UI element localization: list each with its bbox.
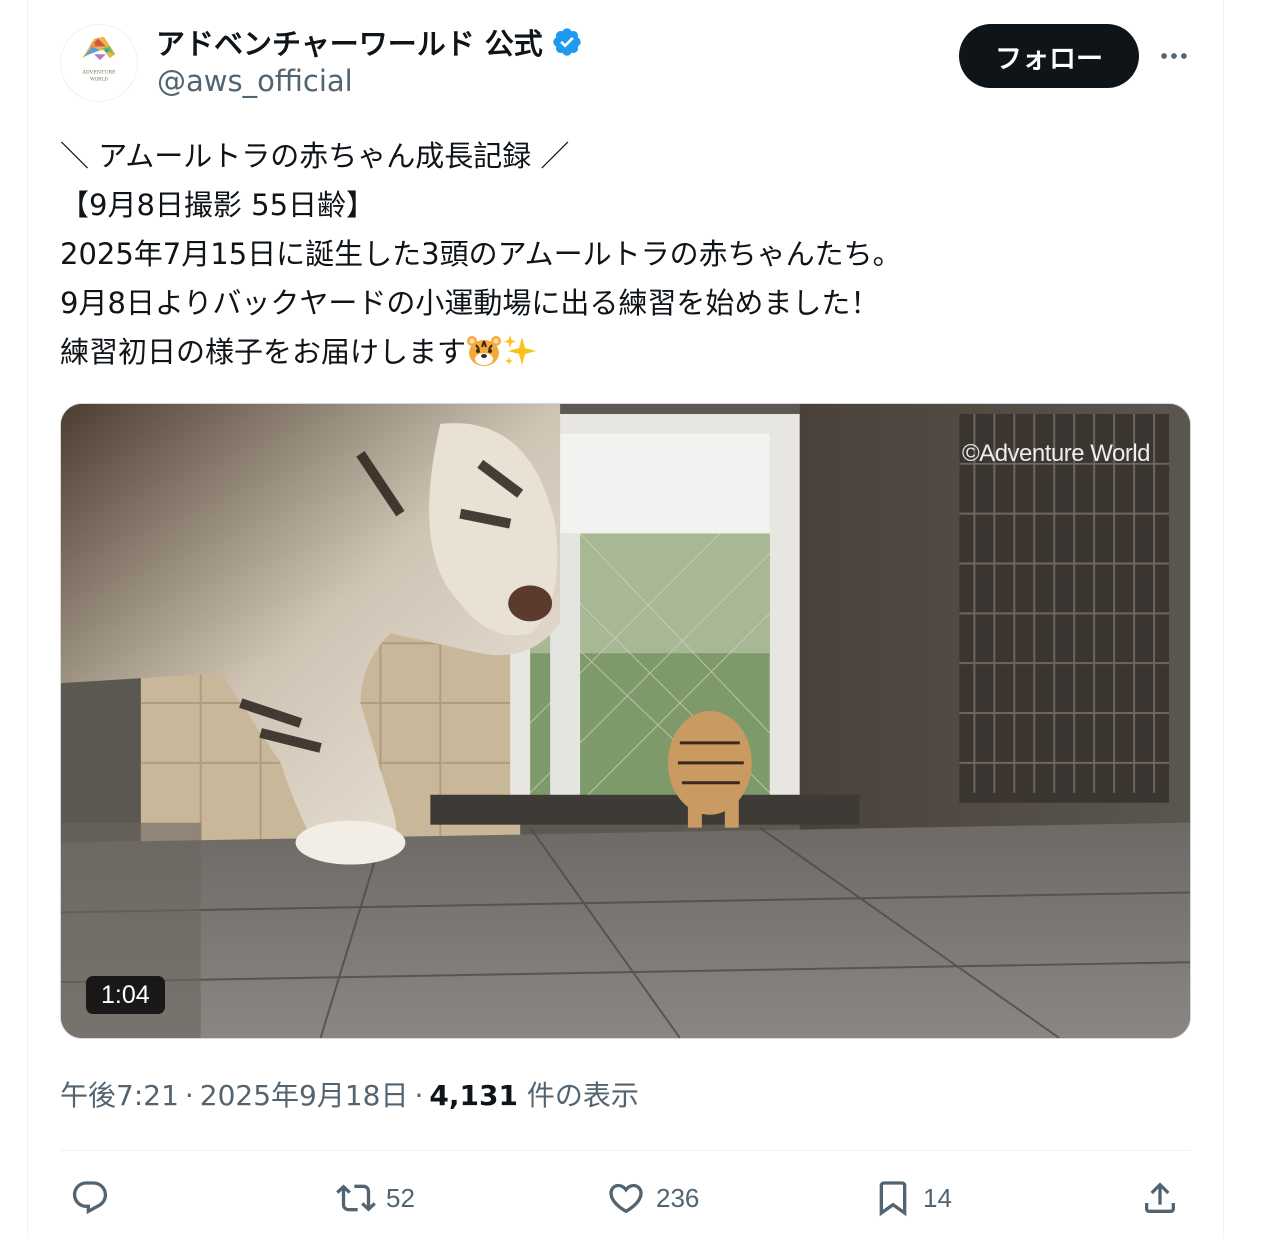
tweet-date[interactable]: 2025年9月18日 bbox=[200, 1079, 409, 1112]
video-player[interactable]: ©Adventure World 1:04 bbox=[60, 403, 1191, 1039]
tweet-line-3: 2025年7月15日に誕生した3頭のアムールトラの赤ちゃんたち。 bbox=[60, 237, 902, 271]
tweet-line-5-text: 練習初日の様子をお届けします bbox=[60, 335, 467, 369]
video-watermark: ©Adventure World bbox=[962, 440, 1151, 467]
video-thumbnail bbox=[61, 404, 1190, 1038]
logo-text-2: WORLD bbox=[90, 78, 108, 83]
tweet-line-1: ＼ アムールトラの赤ちゃん成長記録 ／ bbox=[60, 139, 570, 173]
tweet-time[interactable]: 午後7:21 bbox=[60, 1079, 179, 1112]
tweet-line-5: 練習初日の様子をお届けします bbox=[60, 328, 1190, 377]
retweet-count: 52 bbox=[386, 1182, 415, 1213]
tweet-line-4: 9月8日よりバックヤードの小運動場に出る練習を始めました！ bbox=[60, 286, 880, 320]
bookmark-icon bbox=[879, 1181, 907, 1217]
retweet-icon bbox=[336, 1184, 376, 1212]
tweet-line-2: 【9月8日撮影 55日齢】 bbox=[60, 188, 376, 222]
retweet-button[interactable]: 52 bbox=[336, 1178, 415, 1218]
like-button[interactable]: 236 bbox=[606, 1178, 699, 1218]
meta-separator-2: · bbox=[414, 1079, 424, 1112]
display-name[interactable]: アドベンチャーワールド 公式 bbox=[156, 21, 543, 63]
bookmark-count: 14 bbox=[923, 1182, 952, 1213]
views-label: 件の表示 bbox=[526, 1079, 639, 1112]
avatar[interactable]: ADVENTURE WORLD bbox=[60, 24, 138, 102]
handle[interactable]: @aws_official bbox=[157, 64, 353, 98]
meta-separator-1: · bbox=[184, 1079, 194, 1112]
video-duration-badge: 1:04 bbox=[86, 976, 165, 1014]
share-icon bbox=[1145, 1182, 1175, 1213]
logo-text-1: ADVENTURE bbox=[81, 70, 116, 76]
share-button[interactable] bbox=[1140, 1178, 1190, 1218]
tweet-text: ＼ アムールトラの赤ちゃん成長記録 ／ 【9月8日撮影 55日齢】 2025年7… bbox=[60, 132, 1190, 377]
tiger-face-emoji-icon bbox=[467, 336, 502, 366]
sparkles-emoji-icon bbox=[504, 335, 537, 365]
more-button[interactable] bbox=[1154, 36, 1194, 76]
more-horizontal-icon bbox=[1161, 53, 1187, 59]
name-row: アドベンチャーワールド 公式 bbox=[156, 22, 583, 62]
tweet-meta: 午後7:21 · 2025年9月18日 · 4,131 件の表示 bbox=[60, 1074, 639, 1114]
reply-icon bbox=[72, 1181, 108, 1215]
bookmark-button[interactable]: 14 bbox=[873, 1178, 952, 1218]
verified-badge-icon[interactable] bbox=[551, 26, 583, 58]
adventure-world-logo: ADVENTURE WORLD bbox=[61, 25, 137, 101]
reply-button[interactable] bbox=[70, 1178, 120, 1218]
like-count: 236 bbox=[656, 1182, 700, 1213]
actions-divider bbox=[60, 1150, 1191, 1151]
follow-button[interactable]: フォロー bbox=[959, 24, 1139, 88]
action-bar: 52 236 14 bbox=[60, 1168, 1191, 1228]
views-count[interactable]: 4,131 bbox=[429, 1079, 518, 1112]
heart-icon bbox=[609, 1183, 643, 1214]
